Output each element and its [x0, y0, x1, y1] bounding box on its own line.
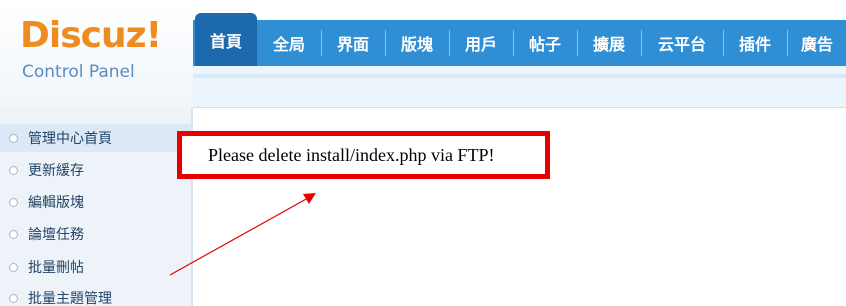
tab-plugins[interactable]: 插件	[724, 20, 786, 66]
sidebar-item-label: 編輯版塊	[28, 195, 84, 211]
arrow-head-icon	[303, 193, 316, 204]
notice-text: Please delete install/index.php via FTP!	[208, 144, 495, 165]
sub-nav-bar	[193, 66, 846, 108]
tab-label: 帖子	[528, 35, 561, 54]
tab-ads[interactable]: 廣告	[788, 20, 846, 66]
annotation-arrow	[169, 193, 316, 276]
sidebar-item-label: 管理中心首頁	[28, 131, 112, 147]
bullet-icon	[9, 229, 18, 239]
bullet-icon	[9, 262, 18, 272]
tab-label: 版塊	[400, 35, 433, 54]
sidebar-item-label: 批量主題管理	[28, 291, 112, 306]
notice-box: Please delete install/index.php via FTP!	[177, 131, 550, 179]
tab-label: 插件	[738, 35, 771, 54]
tab-home[interactable]: 首頁	[195, 13, 257, 66]
tab-label: 界面	[336, 35, 369, 54]
bullet-icon	[9, 293, 18, 303]
tab-label: 首頁	[209, 31, 242, 51]
sidebar-item-label: 論壇任務	[28, 227, 84, 243]
tab-interface[interactable]: 界面	[322, 20, 384, 66]
sidebar-item-admin-home[interactable]: 管理中心首頁	[0, 124, 191, 152]
tab-label: 用戶	[464, 35, 497, 54]
tab-label: 廣告	[800, 35, 833, 54]
tab-users[interactable]: 用戶	[450, 20, 512, 66]
logo-subtitle: Control Panel	[22, 62, 135, 82]
tab-extensions[interactable]: 擴展	[578, 20, 640, 66]
sidebar-item-label: 批量刪帖	[28, 260, 84, 276]
tab-label: 云平台	[657, 35, 706, 54]
sub-nav-divider	[193, 74, 846, 78]
logo-brand: Discuz!	[20, 15, 162, 56]
tab-cloud-platform[interactable]: 云平台	[642, 20, 722, 66]
arrow-line	[169, 197, 309, 276]
tab-global[interactable]: 全局	[258, 20, 320, 66]
tab-posts[interactable]: 帖子	[514, 20, 576, 66]
bullet-icon	[9, 165, 18, 175]
bullet-icon	[9, 133, 18, 143]
sidebar-item-label: 更新緩存	[28, 163, 84, 179]
tab-label: 全局	[272, 35, 305, 54]
tab-label: 擴展	[592, 35, 625, 54]
logo-area: Discuz! Control Panel	[0, 0, 193, 108]
bullet-icon	[9, 197, 18, 207]
tab-forums[interactable]: 版塊	[386, 20, 448, 66]
